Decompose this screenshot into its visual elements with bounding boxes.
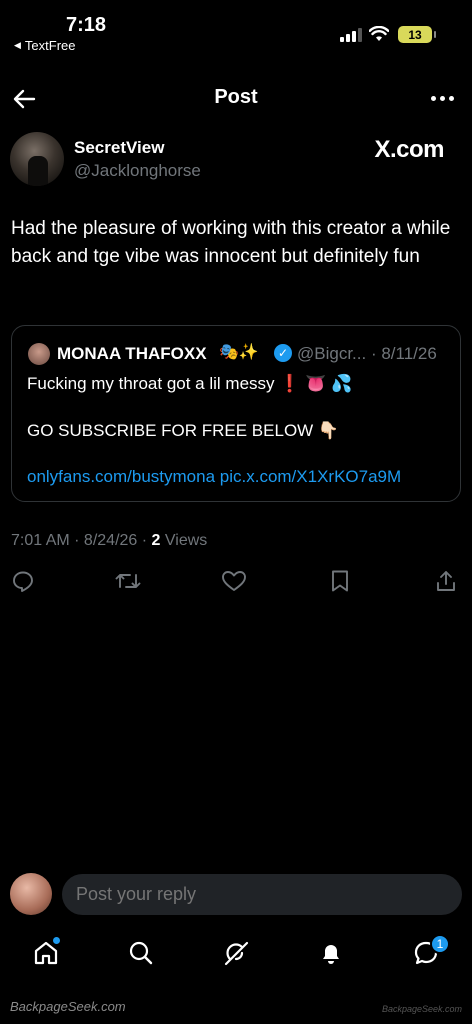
- reply-input[interactable]: [62, 874, 462, 915]
- wifi-icon: [369, 26, 389, 41]
- more-icon[interactable]: [428, 88, 456, 108]
- quote-link[interactable]: onlyfans.com/bustymona pic.x.com/X1XrKO7…: [27, 467, 401, 487]
- quote-text-line: GO SUBSCRIBE FOR FREE BELOW 👇🏻: [27, 421, 340, 440]
- brand-logo: X.com: [374, 136, 444, 163]
- quote-avatar: [28, 343, 50, 365]
- views-label: Views: [160, 532, 208, 549]
- search-icon[interactable]: [124, 936, 158, 970]
- quote-text-line: Fucking my throat got a lil messy ❗ 👅 💦: [27, 374, 353, 393]
- watermark: BackpageSeek.com: [381, 1004, 462, 1014]
- quote-handle-date: @Bigcr... · 8/11/26: [297, 344, 437, 363]
- status-bar: 7:18 ◀ TextFree 13: [0, 0, 472, 56]
- page-title: Post: [214, 86, 258, 108]
- repost-icon[interactable]: [113, 566, 143, 596]
- quote-author-name: MONAA THAFOXX: [57, 344, 207, 363]
- author-avatar[interactable]: [10, 132, 64, 186]
- tweet-text: Had the pleasure of working with this cr…: [11, 218, 451, 267]
- grok-icon[interactable]: [219, 936, 253, 970]
- cellular-signal-icon: [340, 28, 362, 42]
- bottom-nav: 1: [0, 930, 472, 978]
- home-unread-dot: [53, 937, 60, 944]
- back-app-label: TextFree: [24, 38, 76, 53]
- watermark: BackpageSeek.com: [10, 999, 126, 1014]
- back-to-app-link[interactable]: ◀ TextFree: [14, 38, 76, 53]
- verified-badge-icon: ✓: [274, 344, 292, 362]
- notifications-icon[interactable]: [314, 936, 348, 970]
- back-triangle-icon: ◀: [14, 40, 21, 50]
- post-timestamp: 7:01 AM · 8/24/26 ·: [11, 532, 152, 549]
- quoted-post-card[interactable]: MONAA THAFOXX 🎭✨ ✓ @Bigcr... · 8/11/26 F…: [11, 325, 461, 502]
- action-bar: [0, 566, 472, 600]
- like-icon[interactable]: [219, 566, 249, 596]
- bookmark-icon[interactable]: [325, 566, 355, 596]
- reply-user-avatar: [10, 873, 52, 915]
- status-time: 7:18: [66, 14, 107, 36]
- author-name[interactable]: SecretView: [74, 138, 164, 158]
- author-handle[interactable]: @Jacklonghorse: [74, 161, 201, 181]
- share-icon[interactable]: [431, 566, 461, 596]
- quote-name-emoji: 🎭✨: [219, 344, 259, 361]
- battery-indicator: 13: [398, 26, 436, 43]
- messages-badge: 1: [430, 934, 450, 954]
- post-meta: 7:01 AM · 8/24/26 · 2 Views: [11, 532, 207, 550]
- reply-icon[interactable]: [8, 566, 38, 596]
- post-header: Post: [0, 80, 472, 116]
